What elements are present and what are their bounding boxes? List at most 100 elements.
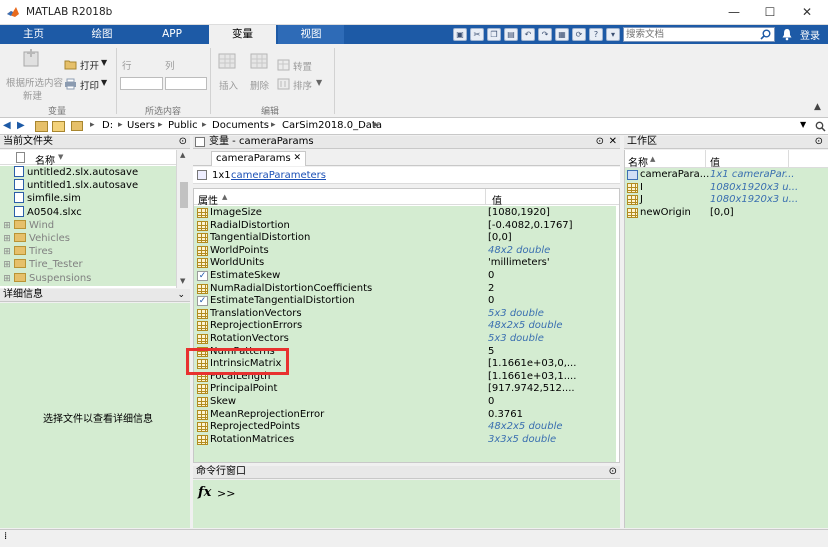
property-value[interactable]: [-0.4082,0.1767] (488, 220, 573, 233)
file-name[interactable]: simfile.sim (27, 193, 81, 204)
panel-menu-icon[interactable]: ⊙ (815, 136, 823, 148)
panel-menu-icon[interactable]: ⊙ (609, 466, 617, 478)
details-collapse-icon[interactable]: ⌄ (177, 289, 185, 301)
workspace-value-header[interactable]: 值 (710, 154, 720, 169)
tab-apps[interactable]: APP (137, 25, 207, 44)
search-input[interactable] (624, 28, 760, 41)
save-quick-icon[interactable]: ▣ (453, 28, 467, 41)
property-name[interactable]: TranslationVectors (210, 308, 302, 321)
workspace-var-value[interactable]: 1080x1920x3 u... (710, 194, 798, 207)
workspace-var-value[interactable]: 1080x1920x3 u... (710, 182, 798, 195)
search-icon[interactable] (760, 29, 771, 40)
panel-menu-icon[interactable]: ⊙ (596, 136, 604, 148)
back-icon[interactable]: ◀ (3, 120, 11, 131)
property-value[interactable]: 0 (488, 295, 494, 308)
expand-icon[interactable]: ⊞ (0, 259, 14, 272)
sort-desc-icon[interactable]: ▼ (58, 153, 63, 161)
breadcrumb-item[interactable]: Public (168, 120, 198, 131)
property-row[interactable]: ✓ EstimateTangentialDistortion 0 (194, 295, 616, 308)
tab-label[interactable]: cameraParams (216, 153, 291, 164)
property-name[interactable]: MeanReprojectionError (210, 409, 324, 422)
command-window[interactable]: fx >> (193, 480, 620, 528)
open-icon[interactable] (64, 58, 77, 70)
workspace-var-name[interactable]: cameraPara... (640, 169, 709, 182)
workspace-var-name[interactable]: J (640, 194, 643, 207)
property-name[interactable]: ReprojectionErrors (210, 320, 302, 333)
property-name[interactable]: ImageSize (210, 207, 262, 220)
property-row[interactable]: Skew 0 (194, 396, 616, 409)
print-dropdown-icon[interactable]: ▼ (101, 78, 107, 87)
insert-icon[interactable] (217, 52, 237, 70)
class-link[interactable]: cameraParameters (231, 170, 326, 181)
collapse-ribbon-icon[interactable]: ▲ (814, 102, 821, 112)
delete-icon[interactable] (249, 52, 269, 70)
file-name[interactable]: untitled1.slx.autosave (27, 180, 138, 191)
file-list-item[interactable]: ⊞ Suspensions (0, 272, 186, 285)
breadcrumb-chevron-icon[interactable]: ▸ (202, 120, 207, 130)
breadcrumb-item[interactable]: Users (127, 120, 155, 131)
name-column-header[interactable]: 名称 (35, 152, 55, 167)
file-list-item[interactable]: untitled2.slx.autosave (0, 166, 186, 179)
property-value[interactable]: 0 (488, 396, 494, 409)
property-name[interactable]: RotationVectors (210, 333, 289, 346)
workspace-name-header[interactable]: 名称 (628, 154, 648, 169)
file-name[interactable]: Tire_Tester (29, 259, 83, 270)
login-button[interactable]: 登录 (800, 27, 820, 42)
address-dropdown-icon[interactable]: ▼ (800, 120, 806, 129)
property-name[interactable]: RadialDistortion (210, 220, 290, 233)
transpose-button[interactable]: 转置 (293, 59, 312, 73)
tab-view[interactable]: 视图 (278, 25, 344, 44)
property-value[interactable]: 48x2x5 double (488, 421, 563, 434)
property-name[interactable]: TangentialDistortion (210, 232, 310, 245)
tab-variable[interactable]: 变量 (209, 25, 276, 44)
value-column-header[interactable]: 值 (492, 192, 502, 207)
workspace-var-name[interactable]: newOrigin (640, 207, 691, 220)
workspace-row[interactable]: newOrigin [0,0] (625, 207, 828, 220)
property-value[interactable]: [0,0] (488, 232, 512, 245)
col-input[interactable] (165, 77, 207, 90)
file-list-item[interactable]: simfile.sim (0, 192, 186, 205)
redo-quick-icon[interactable]: ↷ (538, 28, 552, 41)
open-dropdown-icon[interactable]: ▼ (101, 58, 107, 67)
breadcrumb-item[interactable]: Documents (212, 120, 269, 131)
expand-icon[interactable]: ⊞ (0, 233, 14, 246)
property-row[interactable]: WorldUnits 'millimeters' (194, 257, 616, 270)
property-row[interactable]: ImageSize [1080,1920] (194, 207, 616, 220)
property-value[interactable]: 2 (488, 283, 494, 296)
new-from-selection-label[interactable]: 根据所选内容 (6, 75, 63, 89)
status-grip-icon[interactable]: ⁞ (4, 531, 7, 542)
bell-icon[interactable] (781, 28, 795, 42)
workspace-row[interactable]: cameraPara... 1x1 cameraPar... (625, 169, 828, 182)
property-name[interactable]: EstimateSkew (210, 270, 280, 283)
property-value[interactable]: 5x3 double (488, 308, 544, 321)
property-row[interactable]: MeanReprojectionError 0.3761 (194, 409, 616, 422)
file-name[interactable]: untitled2.slx.autosave (27, 167, 138, 178)
maximize-button[interactable]: ☐ (758, 4, 782, 20)
file-list-item[interactable]: ⊞ Wind (0, 219, 186, 232)
file-list-item[interactable]: ⊞ Vehicles (0, 232, 186, 245)
copy-quick-icon[interactable]: ❐ (487, 28, 501, 41)
file-list-item[interactable]: untitled1.slx.autosave (0, 179, 186, 192)
property-row[interactable]: PrincipalPoint [917.9742,512.... (194, 383, 616, 396)
dropdown-quick-icon[interactable]: ▾ (606, 28, 620, 41)
property-value[interactable]: [1.1661e+03,1.... (488, 371, 576, 384)
search-box[interactable] (623, 27, 775, 42)
expand-icon[interactable]: ⊞ (0, 246, 14, 259)
property-value[interactable]: 5x3 double (488, 333, 544, 346)
file-name[interactable]: Tires (29, 246, 53, 257)
property-value[interactable]: 48x2 double (488, 245, 550, 258)
cut-quick-icon[interactable]: ✂ (470, 28, 484, 41)
property-row[interactable]: RotationMatrices 3x3x5 double (194, 434, 616, 447)
workspace-var-value[interactable]: [0,0] (710, 207, 734, 220)
panel-menu-icon[interactable]: ⊙ (179, 136, 187, 148)
browse-folder-icon[interactable] (52, 121, 65, 132)
property-row[interactable]: WorldPoints 48x2 double (194, 245, 616, 258)
scroll-up-icon[interactable]: ▲ (180, 151, 185, 159)
help-quick-icon[interactable]: ? (589, 28, 603, 41)
property-name[interactable]: RotationMatrices (210, 434, 294, 447)
property-value[interactable]: 5 (488, 346, 494, 359)
expand-icon[interactable]: ⊞ (0, 273, 14, 286)
close-tab-icon[interactable]: ✕ (293, 153, 301, 163)
property-row[interactable]: ✓ EstimateSkew 0 (194, 270, 616, 283)
property-name[interactable]: WorldPoints (210, 245, 269, 258)
